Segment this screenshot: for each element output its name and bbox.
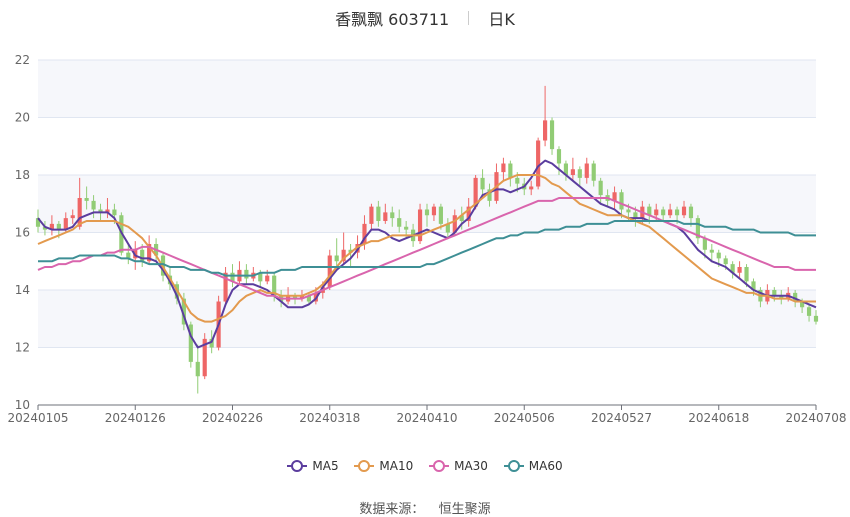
legend-item-ma30[interactable]: MA30 (429, 459, 488, 473)
source-value: 恒生聚源 (438, 502, 491, 517)
grid-band (38, 60, 816, 118)
x-tick-label: 20240506 (494, 411, 555, 425)
legend-label: MA60 (528, 459, 563, 473)
y-tick-label: 20 (15, 111, 30, 125)
candle-body (140, 249, 145, 262)
candle-body (327, 255, 332, 288)
candle-body (709, 249, 714, 253)
legend-label: MA5 (312, 459, 339, 473)
candle-body (84, 198, 89, 201)
candle-body (63, 218, 68, 230)
x-tick-label: 20240410 (396, 411, 457, 425)
candle-body (334, 255, 339, 262)
candle-body (688, 206, 694, 219)
candle-body (383, 212, 388, 221)
candle-body (390, 212, 395, 219)
candle-body (806, 307, 812, 316)
y-tick-label: 12 (15, 341, 30, 355)
candle-body (369, 206, 374, 224)
y-tick-label: 10 (15, 398, 30, 412)
legend-marker-icon (503, 460, 524, 472)
source-label: 数据来源： (359, 502, 425, 517)
candle-body (591, 163, 596, 181)
y-tick-label: 14 (15, 283, 30, 297)
candle-body (376, 206, 381, 221)
candle-body (195, 361, 200, 377)
candle-body (404, 226, 409, 230)
legend-label: MA10 (379, 459, 414, 473)
candle-body (556, 149, 562, 164)
legend: MA5 MA10 MA30 MA60 (0, 459, 850, 475)
legend-label: MA30 (454, 459, 488, 473)
candle-body (674, 209, 680, 216)
candle-body (598, 180, 603, 196)
legend-marker-icon (287, 460, 308, 472)
candle-body (744, 267, 749, 282)
candle-body (70, 215, 75, 219)
legend-marker-icon (354, 460, 375, 472)
legend-item-ma5[interactable]: MA5 (287, 459, 339, 473)
x-tick-label: 20240318 (299, 411, 360, 425)
x-tick-label: 20240105 (7, 411, 68, 425)
candle-body (515, 177, 520, 184)
candle-body (737, 267, 742, 273)
candle-body (265, 275, 270, 282)
candle-body (397, 218, 402, 227)
candle-body (584, 163, 589, 178)
candle-body (536, 140, 541, 187)
candle-body (570, 169, 575, 175)
candle-body (112, 209, 117, 216)
candle-body (438, 206, 443, 224)
candle-body (431, 206, 437, 216)
candle-body (716, 252, 721, 259)
candle-body (661, 209, 666, 216)
grid-band (38, 290, 816, 348)
candle-body (654, 209, 659, 216)
x-tick-label: 20240708 (785, 411, 846, 425)
candle-body (549, 120, 555, 150)
candlestick-chart: 10 12 14 16 18 20 22 20240105 20240126 20240226 20… (7, 53, 846, 425)
candle-body (529, 186, 534, 190)
legend-item-ma60[interactable]: MA60 (503, 459, 563, 473)
y-tick-label: 18 (15, 168, 30, 182)
candle-body (577, 169, 582, 178)
candle-body (91, 200, 96, 210)
candle-body (723, 258, 728, 265)
legend-item-ma10[interactable]: MA10 (354, 459, 413, 473)
candle-body (813, 315, 819, 322)
x-tick-label: 20240126 (105, 411, 166, 425)
candle-body (668, 209, 673, 216)
y-tick-label: 22 (15, 53, 30, 67)
x-tick-label: 20240226 (202, 411, 263, 425)
x-tick-label: 20240527 (591, 411, 652, 425)
candle-body (508, 163, 513, 178)
candle-body (244, 269, 249, 279)
legend-marker-icon (429, 460, 450, 472)
candle-body (480, 177, 485, 190)
candle-body (619, 192, 624, 210)
candle-body (702, 238, 707, 250)
candle-body (424, 209, 430, 216)
data-source: 数据来源： 恒生聚源 (0, 498, 850, 517)
candle-body (626, 209, 631, 213)
candle-body (501, 163, 506, 173)
y-tick-label: 16 (15, 226, 30, 240)
candle-body (681, 206, 687, 216)
candle-body (543, 120, 548, 141)
x-tick-label: 20240618 (688, 411, 749, 425)
